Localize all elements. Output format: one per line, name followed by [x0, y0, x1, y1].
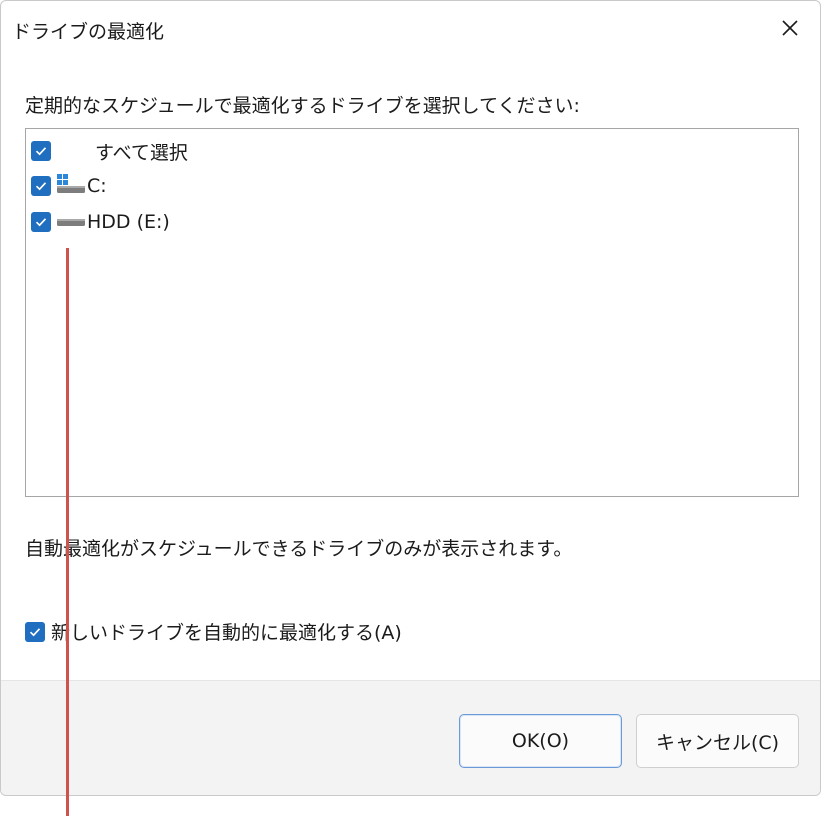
drive-list[interactable]: すべて選択 C: HDD (E:): [25, 128, 799, 497]
auto-optimize-option[interactable]: 新しいドライブを自動的に最適化する(A): [25, 618, 402, 645]
ok-button[interactable]: OK(O): [459, 714, 622, 768]
hint-text: 自動最適化がスケジュールできるドライブのみが表示されます。: [25, 538, 573, 560]
drive-item-select-all[interactable]: すべて選択: [31, 136, 188, 166]
annotation-line: [66, 248, 69, 816]
drive-e-checkbox[interactable]: [31, 212, 51, 232]
window-title: ドライブの最適化: [12, 21, 165, 43]
close-icon: [782, 20, 798, 36]
dialog-footer: OK(O) キャンセル(C): [1, 680, 820, 795]
auto-optimize-label: 新しいドライブを自動的に最適化する(A): [51, 622, 402, 644]
windows-drive-icon: [55, 174, 87, 198]
drive-item-label: すべて選択: [95, 141, 188, 164]
check-icon: [35, 218, 47, 227]
defrag-dialog: ドライブの最適化 定期的なスケジュールで最適化するドライブを選択してください: …: [0, 0, 821, 796]
cancel-button[interactable]: キャンセル(C): [636, 714, 799, 768]
close-button[interactable]: [773, 13, 807, 43]
check-icon: [35, 147, 47, 156]
auto-optimize-checkbox[interactable]: [25, 621, 45, 642]
drive-item-c[interactable]: C:: [31, 171, 107, 201]
check-icon: [35, 182, 47, 191]
drive-item-label: C:: [87, 175, 107, 197]
drive-c-checkbox[interactable]: [31, 176, 51, 196]
instruction-text: 定期的なスケジュールで最適化するドライブを選択してください:: [25, 95, 580, 117]
drive-item-e[interactable]: HDD (E:): [31, 207, 170, 237]
select-all-checkbox[interactable]: [31, 141, 51, 161]
drive-icon: [55, 210, 87, 234]
check-icon: [29, 627, 41, 636]
drive-item-label: HDD (E:): [87, 211, 170, 233]
